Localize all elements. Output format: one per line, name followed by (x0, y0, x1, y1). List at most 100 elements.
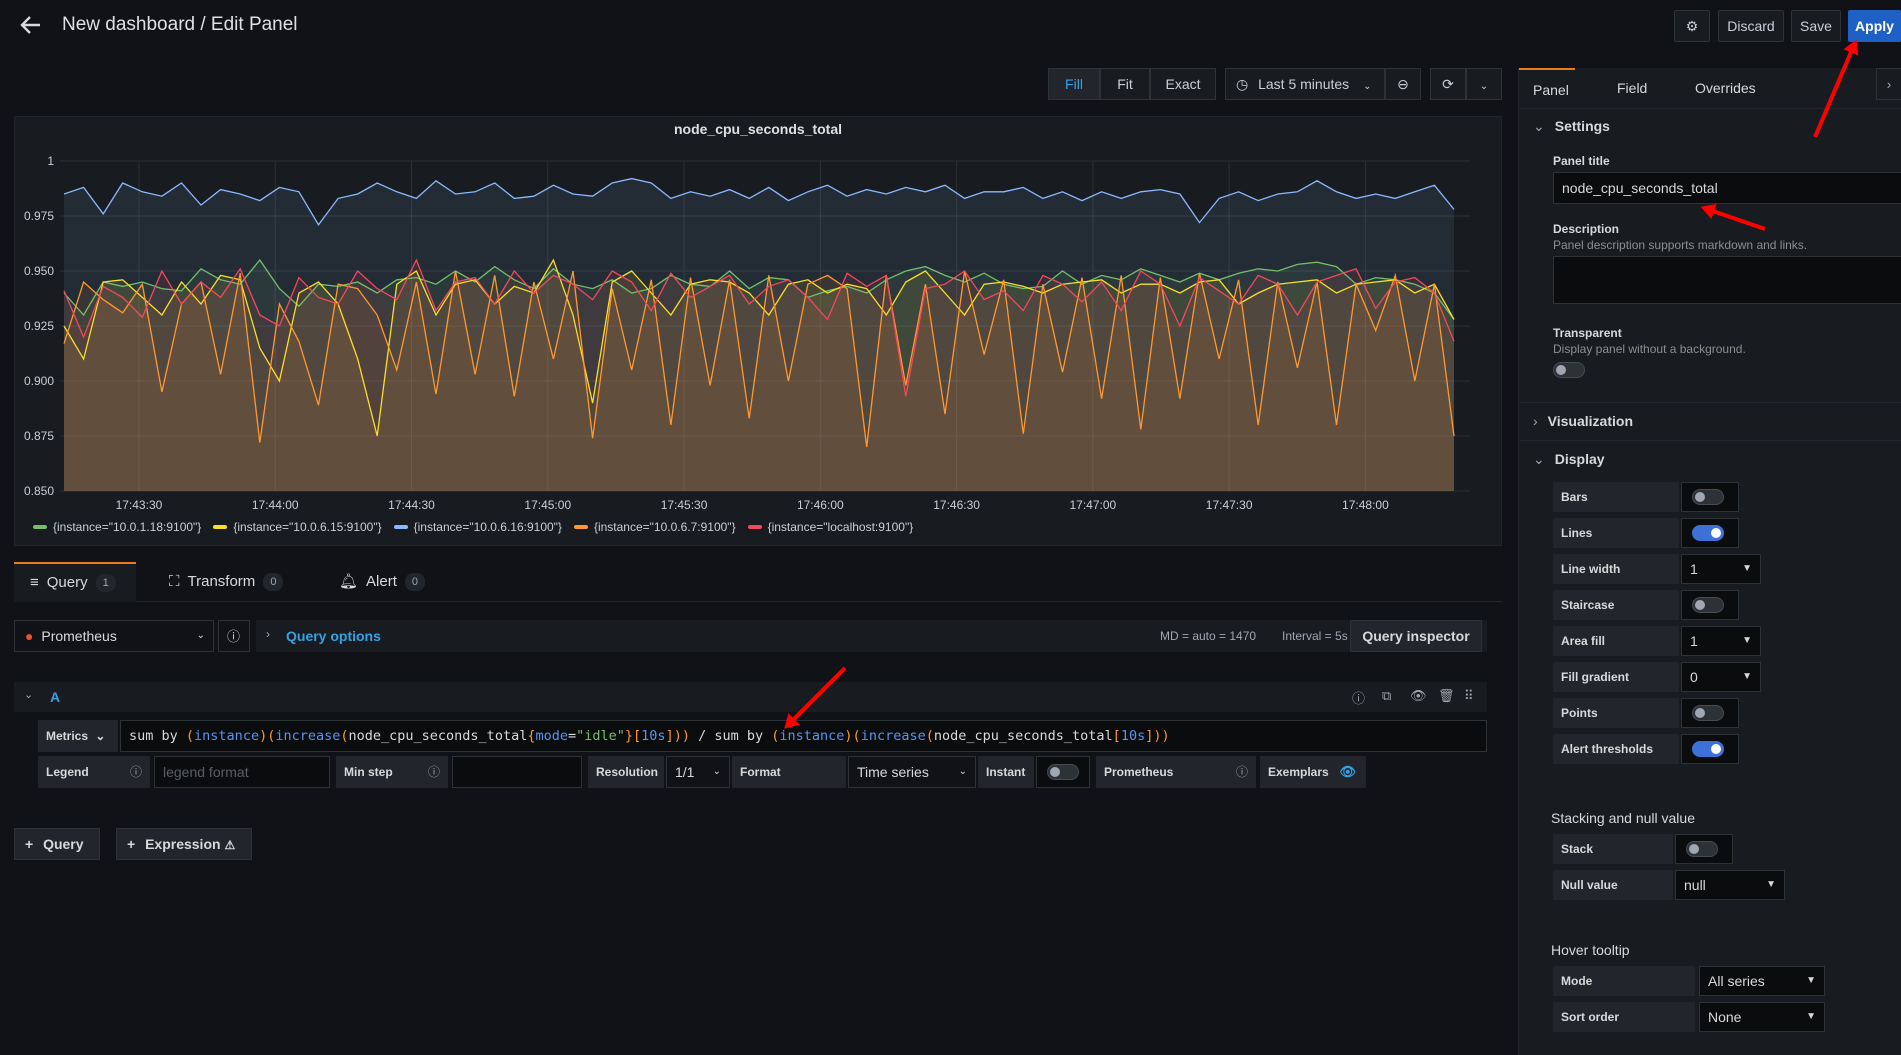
divider (1519, 108, 1901, 109)
add-query-button[interactable]: + Query (14, 828, 100, 860)
query-token: mode (535, 728, 568, 744)
refresh-interval-dropdown[interactable]: ⌄ (1466, 68, 1502, 100)
refresh-icon: ⟳ (1442, 76, 1454, 92)
settings-button[interactable]: ⚙ (1674, 10, 1710, 42)
gear-icon: ⚙ (1685, 18, 1699, 34)
fit-mode-button[interactable]: Fit (1100, 68, 1150, 100)
caret-down-icon: ▼ (1806, 975, 1816, 986)
tab-panel[interactable]: Panel (1519, 68, 1575, 108)
duplicate-icon[interactable]: ⧉ (1382, 688, 1391, 704)
metrics-browser-button[interactable]: Metrics ⌄ (38, 720, 118, 752)
time-series-chart[interactable]: 1 0.975 0.950 0.925 0.900 0.875 0.850 17:43:30 1… (15, 141, 1501, 517)
legend-item[interactable]: {instance="10.0.6.7:9100"} (573, 520, 736, 534)
datasource-help-button[interactable]: ⓘ (218, 620, 250, 652)
display-option-select[interactable]: 1 ▼ (1681, 626, 1761, 656)
panel-title-input[interactable]: node_cpu_seconds_total (1553, 172, 1901, 204)
tab-field[interactable]: Field (1617, 68, 1647, 108)
caret-down-icon: ▼ (1806, 1011, 1816, 1022)
zoom-out-button[interactable]: ⊖ (1385, 68, 1421, 100)
tooltip-mode-select[interactable]: All series ▼ (1699, 966, 1825, 996)
help-icon[interactable]: ⓘ (1352, 688, 1365, 707)
query-token: node_cpu_seconds_total (348, 728, 528, 744)
add-expression-button[interactable]: + Expression ⚠ (116, 828, 252, 860)
x-tick-label: 17:44:00 (252, 498, 299, 512)
display-option-label: Line width (1553, 554, 1679, 584)
clock-icon: ◷ (1236, 76, 1249, 92)
display-option-toggle[interactable] (1692, 705, 1724, 721)
tab-overrides[interactable]: Overrides (1695, 68, 1756, 108)
save-button[interactable]: Save (1791, 10, 1841, 42)
query-token: [ (1112, 728, 1121, 744)
format-select[interactable]: Time series ⌄ (848, 756, 976, 788)
back-arrow-icon[interactable] (18, 12, 46, 40)
display-option-toggle[interactable] (1692, 525, 1724, 541)
chevron-right-icon: › (266, 627, 270, 641)
min-step-input[interactable] (452, 756, 582, 788)
x-tick-label: 17:45:30 (661, 498, 708, 512)
eye-icon[interactable]: 👁︎ (1410, 688, 1427, 704)
null-value-select[interactable]: null ▼ (1675, 870, 1785, 900)
collapse-pane-button[interactable]: › (1876, 68, 1901, 100)
display-toggle-wrap (1681, 590, 1739, 620)
discard-button[interactable]: Discard (1718, 10, 1784, 42)
visualization-section-header[interactable]: › Visualization (1533, 413, 1633, 429)
query-token: by (746, 728, 772, 744)
chevron-down-icon: ⌄ (958, 766, 967, 777)
tab-transform[interactable]: ⛶ Transform 0 (169, 562, 284, 602)
transparent-toggle[interactable] (1553, 362, 1585, 378)
display-option-toggle[interactable] (1692, 741, 1724, 757)
chevron-down-icon[interactable]: ⌄ (24, 688, 33, 701)
display-option-label: Points (1553, 698, 1679, 728)
datasource-name: Prometheus (41, 628, 117, 644)
eye-icon[interactable]: 👁︎ (1339, 756, 1356, 788)
query-token: ])) (1145, 728, 1170, 744)
stack-toggle[interactable] (1686, 841, 1718, 857)
trash-icon[interactable]: 🗑︎ (1438, 688, 1455, 704)
display-option-select[interactable]: 1 ▼ (1681, 554, 1761, 584)
chevron-right-icon: › (1533, 413, 1538, 429)
refresh-button[interactable]: ⟳ (1430, 68, 1466, 100)
apply-button[interactable]: Apply (1848, 10, 1901, 42)
query-options-toggle[interactable]: Query options (286, 628, 381, 644)
query-options-bar: › Query options MD = auto = 1470 Interva… (256, 620, 1487, 652)
legend-label: {instance="10.0.6.16:9100"} (413, 520, 562, 534)
promql-query-input[interactable]: sum by (instance)(increase(node_cpu_seco… (120, 720, 1487, 752)
mode-label: Mode (1553, 966, 1695, 996)
display-section-header[interactable]: ⌄ Display (1533, 451, 1605, 468)
y-tick-label: 1 (47, 154, 54, 168)
legend-item[interactable]: {instance="10.0.1.18:9100"} (33, 520, 201, 534)
display-option-toggle[interactable] (1692, 597, 1724, 613)
legend-item[interactable]: {instance="10.0.6.15:9100"} (213, 520, 382, 534)
exact-mode-button[interactable]: Exact (1150, 68, 1216, 100)
legend-item[interactable]: {instance="localhost:9100"} (747, 520, 913, 534)
query-inspector-button[interactable]: Query inspector (1350, 620, 1482, 652)
description-textarea[interactable] (1553, 256, 1901, 304)
time-range-picker[interactable]: ◷ Last 5 minutes ⌄ (1225, 68, 1385, 100)
datasource-picker[interactable]: ● Prometheus ⌄ (14, 620, 214, 652)
chevron-down-icon: ⌄ (1533, 451, 1545, 467)
display-option-toggle[interactable] (1692, 489, 1724, 505)
chart-legend: {instance="10.0.1.18:9100"} {instance="10… (33, 520, 913, 534)
prometheus-type-text: Prometheus (1104, 765, 1174, 779)
instant-toggle[interactable] (1047, 764, 1079, 780)
fill-mode-button[interactable]: Fill (1048, 68, 1100, 100)
resolution-select[interactable]: 1/1 ⌄ (666, 756, 730, 788)
tab-alert[interactable]: 🔔︎ Alert 0 (339, 562, 426, 602)
y-tick-label: 0.900 (24, 374, 54, 388)
sort-order-label: Sort order (1553, 1002, 1695, 1032)
settings-section-header[interactable]: ⌄ Settings (1533, 118, 1610, 135)
drag-handle-icon[interactable]: ⠿ (1464, 688, 1474, 704)
display-option-value: 0 (1690, 669, 1698, 685)
x-tick-label: 17:47:00 (1070, 498, 1117, 512)
query-token: }[ (624, 728, 642, 744)
tab-query[interactable]: ≡ Query 1 (14, 562, 136, 602)
query-row-header[interactable]: ⌄ A ⓘ ⧉ 👁︎ 🗑︎ ⠿ (14, 682, 1487, 712)
legend-item[interactable]: {instance="10.0.6.16:9100"} (393, 520, 562, 534)
sort-order-select[interactable]: None ▼ (1699, 1002, 1825, 1032)
database-icon: ≡ (30, 574, 39, 591)
panel-preview: node_cpu_seconds_total 1 0.975 0.950 0.925 0… (14, 116, 1502, 546)
query-token: ( (925, 728, 934, 744)
interval-info: Interval = 5s (1282, 629, 1348, 643)
legend-format-input[interactable]: legend format (154, 756, 330, 788)
display-option-select[interactable]: 0 ▼ (1681, 662, 1761, 692)
